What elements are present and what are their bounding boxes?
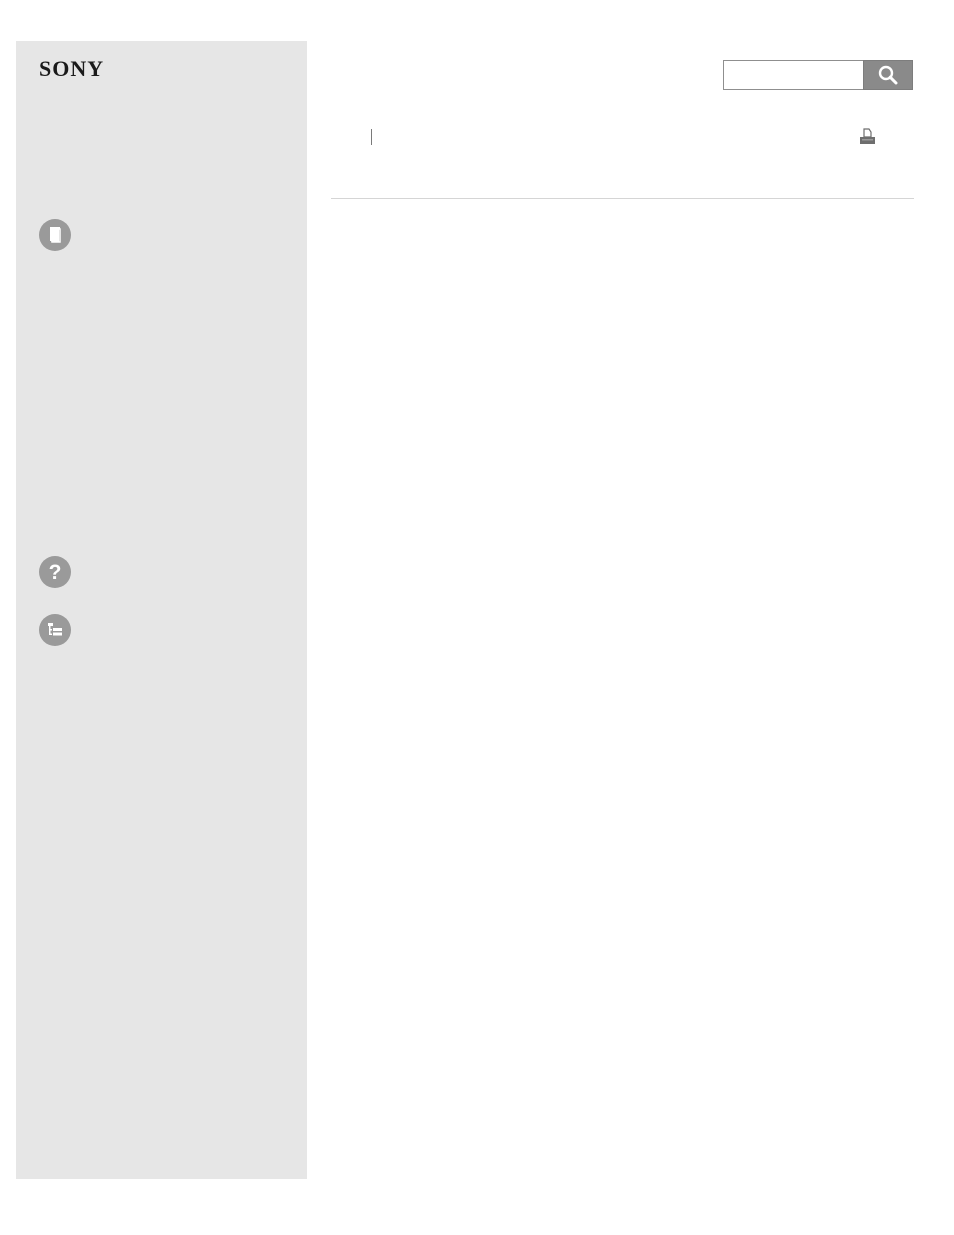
manual-icon[interactable] — [39, 219, 71, 251]
search-icon — [878, 65, 898, 85]
search-button[interactable] — [863, 60, 913, 90]
breadcrumb-divider — [371, 129, 372, 145]
print-button[interactable] — [858, 128, 878, 146]
header-rule — [331, 198, 914, 199]
help-icon[interactable]: ? — [39, 556, 71, 588]
question-mark-glyph: ? — [48, 560, 62, 584]
tree-list-icon — [48, 623, 62, 636]
sidebar: SONY ? — [16, 41, 307, 1179]
print-icon — [860, 128, 875, 144]
page: SONY ? — [0, 0, 954, 1235]
search-box — [723, 60, 913, 90]
search-input[interactable] — [723, 60, 863, 90]
book-icon — [50, 227, 61, 243]
sony-logo[interactable]: SONY — [39, 57, 104, 81]
list-icon[interactable] — [39, 614, 71, 646]
